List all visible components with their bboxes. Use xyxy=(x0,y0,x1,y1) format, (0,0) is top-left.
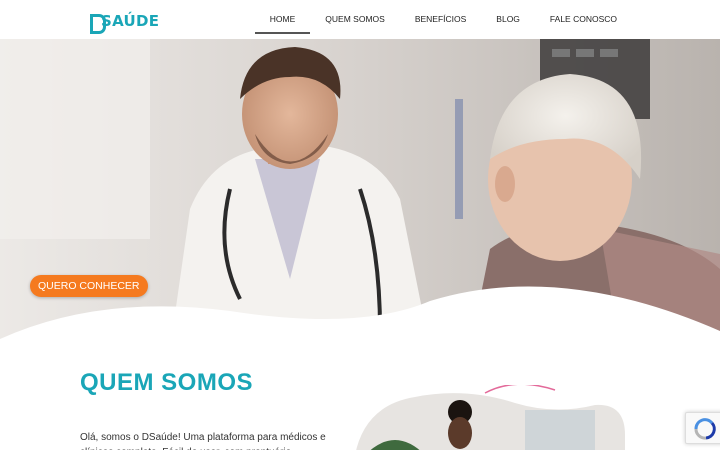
logo-d-icon xyxy=(90,14,106,34)
recaptcha-badge[interactable] xyxy=(685,412,720,444)
hero-banner: QUERO CONHECER xyxy=(0,39,720,349)
about-image xyxy=(356,385,625,450)
quero-conhecer-button[interactable]: QUERO CONHECER xyxy=(30,275,148,297)
nav-item-home[interactable]: HOME xyxy=(254,0,311,39)
nav-item-fale-conosco[interactable]: FALE CONOSCO xyxy=(535,0,632,39)
main-nav: HOME QUEM SOMOS BENEFÍCIOS BLOG FALE CON… xyxy=(254,0,632,39)
nav-item-quem-somos[interactable]: QUEM SOMOS xyxy=(310,0,400,39)
hero-photo xyxy=(0,39,720,349)
logo-text: SAÚDE xyxy=(101,12,160,30)
about-text: Olá, somos o DSaúde! Uma plataforma para… xyxy=(80,432,326,450)
nav-item-blog[interactable]: BLOG xyxy=(481,0,535,39)
section-title: QUEM SOMOS xyxy=(80,369,254,396)
nav-item-beneficios[interactable]: BENEFÍCIOS xyxy=(400,0,481,39)
site-header: SAÚDE HOME QUEM SOMOS BENEFÍCIOS BLOG FA… xyxy=(0,0,720,39)
logo[interactable]: SAÚDE xyxy=(90,11,160,34)
recaptcha-icon xyxy=(694,418,716,440)
